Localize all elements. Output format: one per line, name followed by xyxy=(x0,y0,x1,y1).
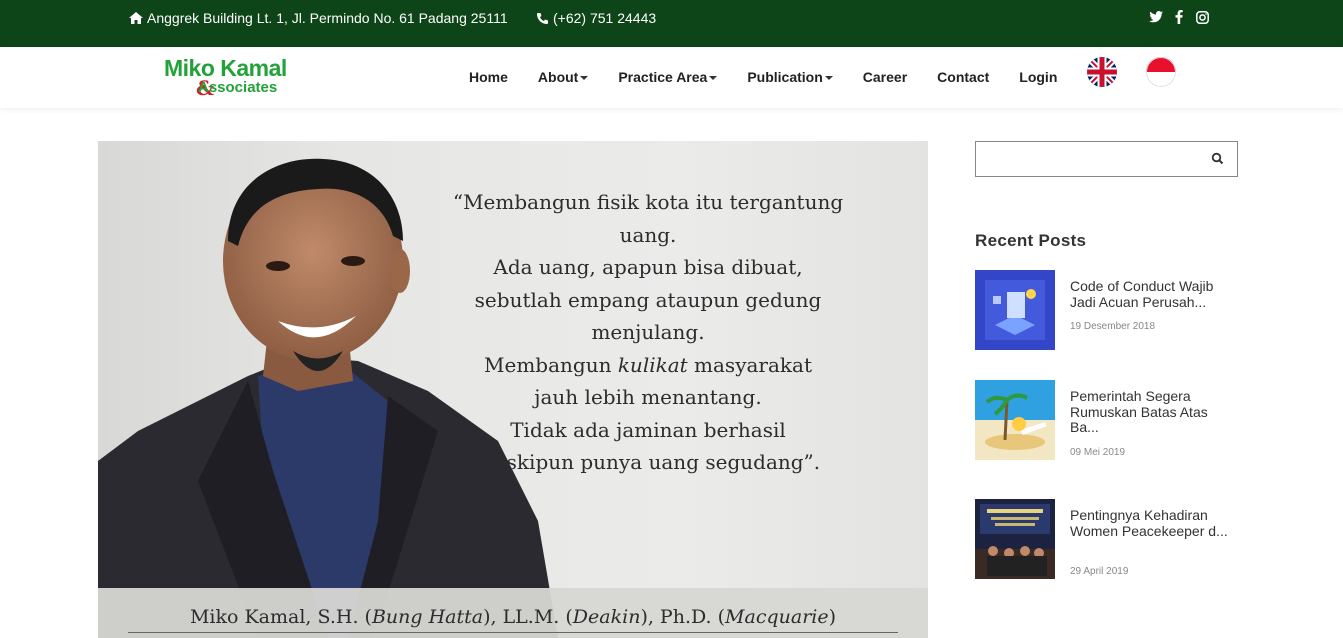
nav-login-label: Login xyxy=(1019,69,1058,85)
recent-post-item[interactable]: Pemerintah Segera Rumuskan Batas Atas Ba… xyxy=(975,380,1245,460)
quote-line: Membangun kulikat masyarakat xyxy=(484,352,812,377)
nav-home[interactable]: Home xyxy=(469,69,508,85)
quote-line: Ada uang, apapun bisa dibuat, xyxy=(493,255,803,279)
post-thumbnail[interactable] xyxy=(975,380,1055,460)
nav-career-label: Career xyxy=(862,69,908,85)
nav-publication-label: Publication xyxy=(747,69,823,85)
phone-icon xyxy=(537,12,548,24)
caret-down-icon xyxy=(709,76,718,80)
nav-publication[interactable]: Publication xyxy=(747,69,833,85)
post-title[interactable]: Code of Conduct Wajib Jadi Acuan Perusah… xyxy=(1070,278,1230,310)
nav-menu: Home About Practice Area Publication Car… xyxy=(469,69,1087,85)
twitter-icon[interactable] xyxy=(1149,9,1163,25)
nav-contact-label: Contact xyxy=(937,69,990,85)
nav-career[interactable]: Career xyxy=(863,69,907,85)
recent-post-item[interactable]: Code of Conduct Wajib Jadi Acuan Perusah… xyxy=(975,270,1245,350)
indonesia-flag-icon[interactable] xyxy=(1146,57,1176,87)
nav-practice-area-label: Practice Area xyxy=(618,69,708,85)
phone[interactable]: (+62) 751 24443 xyxy=(536,10,656,26)
post-date: 29 April 2019 xyxy=(1070,566,1129,577)
home-icon xyxy=(129,12,143,24)
uk-flag-icon[interactable] xyxy=(1087,57,1117,87)
quote-line: sebutlah empang ataupun gedung menjulang… xyxy=(474,287,822,345)
recent-post-item[interactable]: Pentingnya Kehadiran Women Peacekeeper d… xyxy=(975,499,1245,579)
post-title[interactable]: Pemerintah Segera Rumuskan Batas Atas Ba… xyxy=(1070,388,1230,436)
caret-down-icon xyxy=(824,76,833,80)
post-date: 09 Mei 2019 xyxy=(1070,447,1126,458)
facebook-icon[interactable] xyxy=(1172,9,1186,25)
nav-home-label: Home xyxy=(469,69,508,85)
main-navbar: Miko Kamal & Associates Home About Pract… xyxy=(0,47,1343,108)
address: Anggrek Building Lt. 1, Jl. Permindo No.… xyxy=(129,10,508,26)
post-thumbnail[interactable] xyxy=(975,499,1055,579)
top-bar: Anggrek Building Lt. 1, Jl. Permindo No.… xyxy=(0,0,1343,47)
social-links xyxy=(1149,9,1209,25)
post-date: 19 Desember 2018 xyxy=(1070,321,1156,332)
phone-text: (+62) 751 24443 xyxy=(553,10,657,26)
hero-caption: Miko Kamal, S.H. (Bung Hatta), LL.M. (De… xyxy=(189,606,837,628)
hero-quote: “Membangun fisik kota itu tergantung uan… xyxy=(448,186,848,479)
logo-associates: Associates xyxy=(198,79,278,96)
nav-about[interactable]: About xyxy=(537,69,589,85)
quote-line: meskipun punya uang segudang”. xyxy=(475,450,821,474)
hero-banner: “Membangun fisik kota itu tergantung uan… xyxy=(98,141,928,638)
nav-practice-area[interactable]: Practice Area xyxy=(618,69,718,85)
nav-contact[interactable]: Contact xyxy=(937,69,989,85)
address-text: Anggrek Building Lt. 1, Jl. Permindo No.… xyxy=(147,10,508,26)
instagram-icon[interactable] xyxy=(1195,9,1209,25)
recent-posts-heading: Recent Posts xyxy=(975,231,1087,250)
nav-about-label: About xyxy=(537,69,579,85)
caret-down-icon xyxy=(580,76,589,80)
search-input[interactable] xyxy=(975,141,1238,177)
post-thumbnail[interactable] xyxy=(975,270,1055,350)
nav-login[interactable]: Login xyxy=(1019,69,1057,85)
caption-divider xyxy=(128,632,898,633)
logo-name: Miko Kamal xyxy=(164,55,287,81)
site-logo[interactable]: Miko Kamal & Associates xyxy=(164,56,304,100)
quote-line: Tidak ada jaminan berhasil xyxy=(510,417,786,442)
quote-line: “Membangun fisik kota itu tergantung uan… xyxy=(452,190,844,247)
search-icon[interactable] xyxy=(1211,152,1225,166)
post-title[interactable]: Pentingnya Kehadiran Women Peacekeeper d… xyxy=(1070,507,1230,539)
quote-line: jauh lebih menantang. xyxy=(534,385,762,409)
